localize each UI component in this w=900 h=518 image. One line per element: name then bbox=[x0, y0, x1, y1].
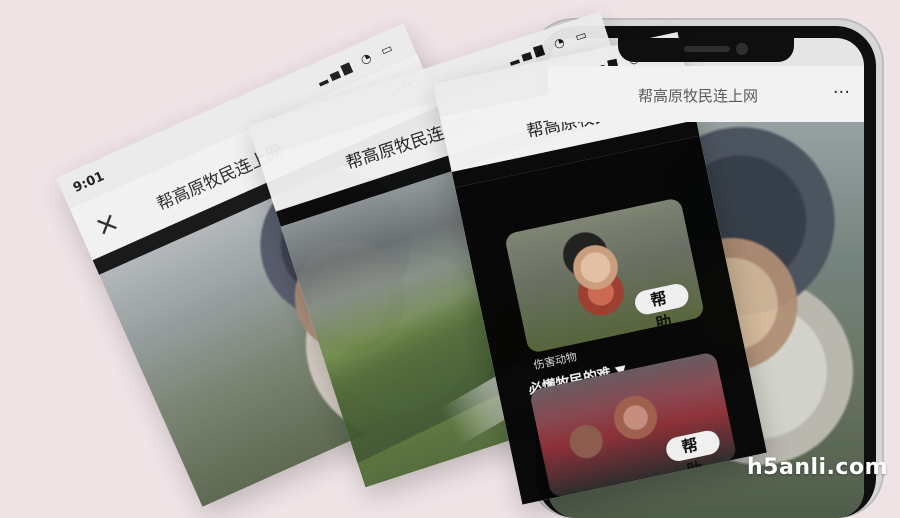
help-button-top[interactable]: 帮 助 bbox=[632, 281, 691, 334]
close-icon[interactable]: × bbox=[89, 204, 124, 244]
speaker-slot bbox=[684, 46, 730, 52]
phone-notch bbox=[618, 38, 794, 62]
phone-header: 帮高原牧民连上网 ··· bbox=[548, 66, 864, 122]
story-card-top[interactable]: 帮 助 bbox=[503, 197, 706, 354]
status-time: 9:01 bbox=[71, 169, 107, 196]
watermark-text: h5anli.com bbox=[747, 455, 888, 480]
help-button-bottom[interactable]: 帮 助 bbox=[664, 428, 722, 480]
phone-title: 帮高原牧民连上网 bbox=[638, 87, 759, 105]
more-icon[interactable]: ··· bbox=[833, 82, 850, 103]
camera-icon bbox=[736, 43, 748, 55]
